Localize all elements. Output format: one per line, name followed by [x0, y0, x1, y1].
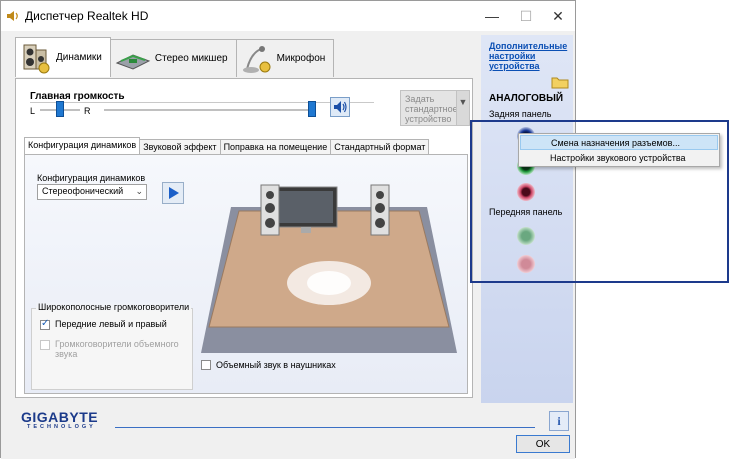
minimize-button[interactable]: — — [475, 1, 509, 31]
speaker-volume-icon — [334, 101, 347, 113]
tab-stereo-mix[interactable]: Стерео микшер — [109, 39, 237, 77]
play-test-button[interactable] — [162, 182, 184, 204]
maximize-button[interactable]: ☐ — [509, 1, 543, 31]
tab-speakers[interactable]: Динамики — [15, 37, 111, 77]
ok-button[interactable]: OK — [516, 435, 570, 453]
menu-item-reassign-jacks[interactable]: Смена назначения разъемов... — [520, 135, 718, 150]
headphone-surround-label: Объемный звук в наушниках — [216, 360, 336, 370]
play-icon — [169, 187, 179, 199]
volume-slider-thumb[interactable] — [308, 101, 316, 117]
subtab-sound-effect[interactable]: Звуковой эффект — [139, 139, 221, 154]
wide-range-speakers-group: Широкополосные громкоговорители Передние… — [31, 302, 193, 390]
subtab-speaker-config[interactable]: Конфигурация динамиков — [24, 137, 141, 154]
gigabyte-logo: GIGABYTE — [21, 409, 99, 425]
surround-checkbox-box[interactable] — [40, 340, 50, 350]
speakers-panel: Главная громкость L R Задать стандартное… — [15, 78, 473, 398]
tab-stereo-mix-label: Стерео микшер — [154, 53, 228, 64]
close-button[interactable]: ✕ — [541, 1, 575, 31]
back-panel-label: Задняя панель — [489, 109, 552, 119]
tab-microphone-label: Микрофон — [276, 53, 326, 64]
title-bar: Диспетчер Realtek HD — ☐ ✕ — [1, 1, 575, 31]
wide-range-legend: Широкополосные громкоговорители — [36, 302, 192, 312]
advanced-settings-link[interactable]: Дополнительные настройки устройства — [489, 41, 573, 71]
headphone-surround-box[interactable] — [201, 360, 211, 370]
speaker-config-select[interactable]: Стереофонический ⌄ — [37, 184, 147, 200]
context-menu: Смена назначения разъемов... Настройки з… — [518, 133, 720, 167]
window-title: Диспетчер Realtek HD — [25, 9, 149, 23]
balance-right-label: R — [84, 106, 91, 116]
surround-label: Громкоговорители объемного звука — [55, 339, 179, 359]
speaker-config-value: Стереофонический — [42, 186, 124, 196]
tab-speakers-label: Динамики — [56, 52, 102, 63]
surround-checkbox[interactable]: Громкоговорители объемного звука — [40, 339, 180, 359]
subtab-default-format[interactable]: Стандартный формат — [330, 139, 430, 154]
folder-icon[interactable] — [551, 75, 569, 89]
analog-heading: АНАЛОГОВЫЙ — [489, 93, 564, 104]
mute-button[interactable] — [330, 97, 350, 117]
speaker-config-label: Конфигурация динамиков — [37, 173, 146, 183]
volume-divider — [30, 102, 374, 103]
device-tabs: Динамики Стерео микшер Микрофон — [15, 37, 335, 79]
headphone-surround-checkbox[interactable]: Объемный звук в наушниках — [201, 360, 336, 370]
info-button[interactable]: i — [549, 411, 569, 431]
bottom-divider — [115, 427, 535, 428]
front-lr-checkbox-box[interactable] — [40, 318, 50, 330]
subtab-room-correction[interactable]: Поправка на помещение — [219, 139, 332, 154]
set-default-dropdown-arrow[interactable]: ▼ — [456, 90, 470, 126]
bottom-bar: GIGABYTE TECHNOLOGY i OK — [1, 403, 575, 459]
balance-left-label: L — [30, 106, 36, 116]
front-lr-label: Передние левый и правый — [55, 319, 167, 329]
menu-item-device-settings[interactable]: Настройки звукового устройства — [520, 151, 718, 166]
tab-microphone[interactable]: Микрофон — [235, 39, 335, 77]
gigabyte-logo-sub: TECHNOLOGY — [27, 424, 96, 430]
speakers-icon — [23, 44, 50, 73]
volume-track[interactable] — [104, 109, 316, 111]
main-volume-label: Главная громкость — [30, 91, 125, 102]
room-illustration — [201, 184, 457, 353]
stereo-mix-icon — [115, 53, 151, 70]
chevron-down-icon: ⌄ — [135, 186, 143, 196]
front-lr-checkbox[interactable]: Передние левый и правый — [40, 318, 167, 330]
speaker-config-panel: Конфигурация динамиков Стереофонический … — [24, 154, 468, 394]
speaker-app-icon — [7, 11, 18, 21]
balance-slider-thumb[interactable] — [56, 101, 64, 117]
microphone-icon — [242, 45, 271, 73]
